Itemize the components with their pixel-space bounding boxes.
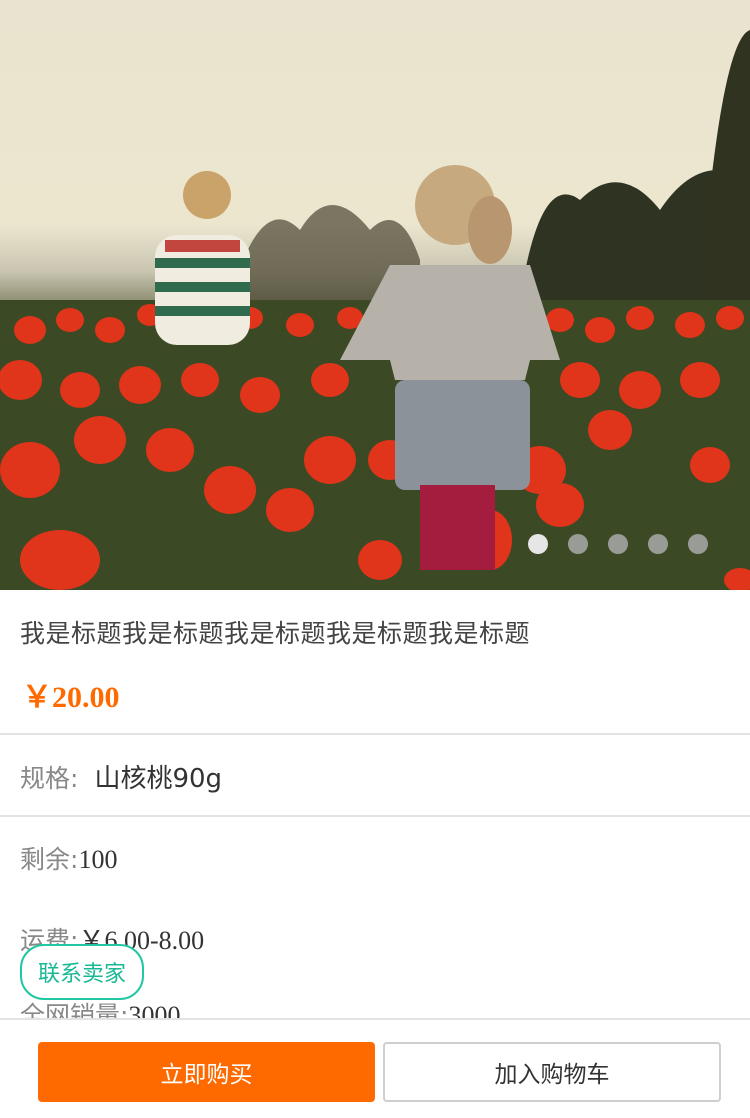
product-price: ￥20.00 [22,681,120,714]
remaining-label: 剩余: [20,845,79,874]
spec-value: 山核桃90g [94,764,223,794]
carousel-dot-4[interactable] [648,534,668,554]
remaining-value: 100 [78,845,118,874]
carousel-indicators [528,534,708,554]
carousel-dot-5[interactable] [688,534,708,554]
product-image-carousel[interactable] [0,0,750,590]
tulip-field-photo [0,30,750,590]
carousel-dot-3[interactable] [608,534,628,554]
carousel-dot-1[interactable] [528,534,548,554]
divider [0,815,750,817]
divider [0,733,750,735]
spec-label: 规格: [20,764,79,793]
contact-seller-button[interactable]: 联系卖家 [20,944,144,1000]
add-to-cart-button[interactable]: 加入购物车 [383,1042,721,1102]
buy-now-button[interactable]: 立即购买 [38,1042,375,1102]
bottom-action-bar: 立即购买 加入购物车 [0,1018,750,1118]
product-title: 我是标题我是标题我是标题我是标题我是标题 [20,619,531,648]
carousel-dot-2[interactable] [568,534,588,554]
spec-row[interactable]: 规格: 山核桃90g [20,758,222,795]
remaining-row: 剩余: 100 [20,840,117,876]
